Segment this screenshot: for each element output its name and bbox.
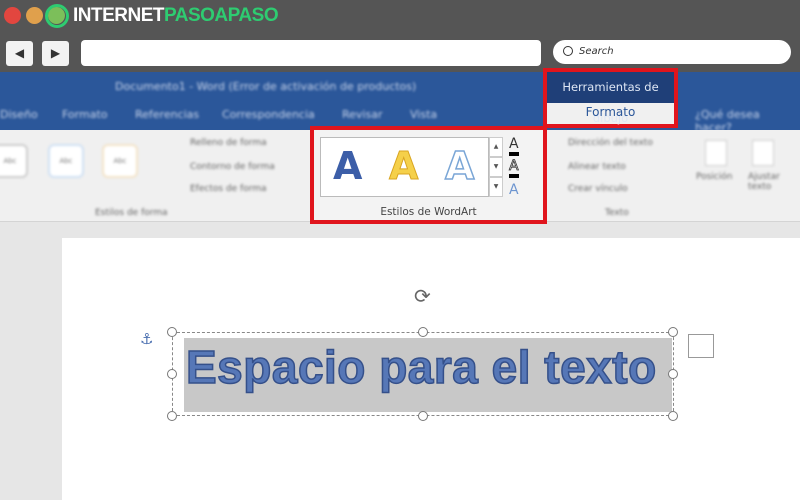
anchor-icon: ⚓ — [140, 330, 154, 348]
layout-options-icon[interactable] — [688, 334, 714, 358]
resize-handle[interactable] — [167, 327, 177, 337]
text-outline-button[interactable]: A — [509, 158, 519, 178]
tab-formato[interactable]: Formato — [547, 103, 674, 124]
position-icon — [705, 140, 727, 166]
site-logo: INTERNET PASOAPASO — [45, 4, 279, 28]
resize-handle[interactable] — [668, 327, 678, 337]
shape-style-preset[interactable]: Abc — [102, 144, 138, 178]
tab-vista[interactable]: Vista — [410, 108, 437, 121]
tab-revisar[interactable]: Revisar — [342, 108, 382, 121]
back-button[interactable]: ◀ — [6, 41, 33, 66]
rotate-handle-icon[interactable]: ⟳ — [414, 284, 431, 308]
shape-style-preset[interactable]: Abc — [48, 144, 84, 178]
wordart-style-gold[interactable]: A — [388, 144, 418, 189]
address-bar[interactable] — [81, 40, 541, 66]
search-input[interactable]: Search — [553, 40, 791, 64]
search-placeholder: Search — [579, 46, 614, 57]
text-effects-button[interactable]: A — [509, 182, 519, 198]
shape-styles-label: Estilos de forma — [95, 208, 168, 218]
gallery-more[interactable]: ▼ — [489, 177, 503, 197]
minimize-window-button[interactable] — [26, 7, 43, 24]
text-fill-button[interactable]: A — [509, 136, 519, 156]
forward-button[interactable]: ▶ — [42, 41, 69, 66]
wrap-text-icon — [752, 140, 774, 166]
wordart-style-blue[interactable]: A — [333, 144, 362, 188]
wordart-gallery: A A A — [320, 137, 489, 197]
wordart-styles-group: A A A ▲ ▼ ▼ A A A Estilos de WordArt — [310, 126, 547, 224]
browser-chrome: INTERNET PASOAPASO ◀ ▶ Search — [0, 0, 800, 72]
wordart-text[interactable]: Espacio para el texto — [185, 340, 657, 394]
wordart-style-outline[interactable]: A — [444, 143, 475, 189]
logo-text: INTERNET — [73, 5, 165, 26]
position-button[interactable]: Posición — [696, 172, 732, 182]
resize-handle[interactable] — [167, 369, 177, 379]
drawing-tools-label: Herramientas de dibujo — [547, 72, 674, 125]
search-icon — [563, 46, 573, 56]
resize-handle[interactable] — [167, 411, 177, 421]
shape-effects-button[interactable]: Efectos de forma — [190, 184, 267, 194]
tab-correspondencia[interactable]: Correspondencia — [222, 108, 315, 121]
resize-handle[interactable] — [668, 411, 678, 421]
logo-text-accent: PASOAPASO — [164, 5, 279, 26]
document-title: Documento1 - Word (Error de activación d… — [115, 80, 417, 93]
gallery-scroll-up[interactable]: ▲ — [489, 137, 503, 157]
tab-formato-pagina[interactable]: Formato — [62, 108, 108, 121]
close-window-button[interactable] — [4, 7, 21, 24]
tab-diseno[interactable]: Diseño — [0, 108, 38, 121]
shape-fill-button[interactable]: Relleno de forma — [190, 138, 267, 148]
text-group-label: Texto — [605, 208, 629, 218]
align-text-button[interactable]: Alinear texto — [568, 162, 626, 172]
resize-handle[interactable] — [418, 411, 428, 421]
drawing-tools-highlight: Herramientas de dibujo Formato — [543, 68, 678, 128]
text-direction-button[interactable]: Dirección del texto — [568, 138, 653, 148]
tab-referencias[interactable]: Referencias — [135, 108, 199, 121]
shape-style-preset[interactable]: Abc — [0, 144, 28, 178]
shape-outline-button[interactable]: Contorno de forma — [190, 162, 275, 172]
logo-icon — [45, 4, 69, 28]
wordart-styles-label: Estilos de WordArt — [380, 206, 477, 218]
wrap-text-button[interactable]: Ajustar texto — [748, 172, 800, 192]
create-link-button[interactable]: Crear vínculo — [568, 184, 628, 194]
resize-handle[interactable] — [418, 327, 428, 337]
gallery-scroll-down[interactable]: ▼ — [489, 157, 503, 177]
resize-handle[interactable] — [668, 369, 678, 379]
